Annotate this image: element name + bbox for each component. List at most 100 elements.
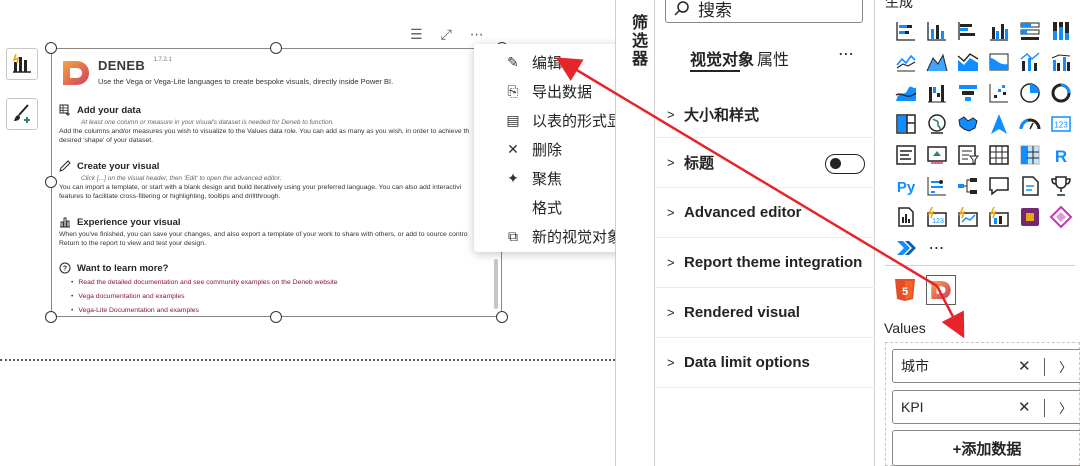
viz-paginated[interactable] [890,201,921,232]
viz-line-stacked-column[interactable] [1014,46,1045,77]
viz-custom-1[interactable]: 123 [921,201,952,232]
power-kpi-icon: 123 [926,206,947,227]
viz-multi-row-card[interactable] [890,139,921,170]
power-apps-icon [1020,207,1039,226]
resize-handle[interactable] [496,311,508,323]
link-vega-docs[interactable]: Vega documentation and examples [71,290,489,304]
section-report-theme[interactable]: > Report theme integration [655,238,875,288]
section-text: desired 'shape' of your dataset. [59,137,154,144]
section-rendered-visual[interactable]: > Rendered visual [655,288,875,338]
format-visual-button[interactable] [6,98,38,130]
viz-custom-3[interactable] [983,201,1014,232]
section-title: Experience your visual [77,216,181,228]
viz-clustered-bar[interactable] [952,15,983,46]
viz-donut[interactable] [1045,77,1076,108]
globe-icon [927,113,946,134]
viz-100-column[interactable] [1045,15,1076,46]
viz-power-automate[interactable] [1045,201,1076,232]
viz-slicer[interactable] [952,139,983,170]
viz-goals[interactable] [1045,170,1076,201]
field-name: KPI [901,399,924,415]
viz-gauge[interactable] [1014,108,1045,139]
section-label: 标题 [684,155,715,172]
viz-table[interactable] [983,139,1014,170]
build-visual-button[interactable] [6,48,38,80]
field-chip-kpi[interactable]: KPI ✕ 〉 [892,390,1080,424]
viz-power-apps[interactable] [1014,201,1045,232]
viz-r-script[interactable]: R [1045,139,1076,170]
viz-kpi[interactable] [921,139,952,170]
viz-map[interactable] [921,108,952,139]
more-options-icon[interactable]: ⋯ [470,27,484,41]
viz-waterfall[interactable] [921,77,952,108]
viz-scatter[interactable] [983,77,1014,108]
chevron-right-icon: > [667,255,675,270]
section-advanced-editor[interactable]: > Advanced editor [655,188,875,238]
filter-icon[interactable]: ☰ [410,27,423,41]
add-data-button[interactable]: +添加数据 [892,430,1080,466]
slicer-icon [957,144,979,165]
viz-matrix[interactable] [1014,139,1045,170]
viz-line-clustered-column[interactable] [1045,46,1076,77]
close-icon: ✕ [507,141,519,157]
viz-html5[interactable]: 5 [890,275,920,305]
viz-ribbon-2[interactable] [890,77,921,108]
viz-custom-2[interactable] [952,201,983,232]
viz-clustered-column[interactable] [983,15,1014,46]
viz-decomposition-tree[interactable] [952,170,983,201]
viz-more[interactable]: ⋯ [921,232,952,263]
viz-key-influencers[interactable] [921,170,952,201]
resize-handle[interactable] [45,176,57,188]
deneb-visual[interactable]: DENEB 1.7.2.1 Use the Vega or Vega-Lite … [51,48,502,317]
tab-general[interactable]: 属性 [757,46,789,70]
kpi-icon [926,145,947,164]
title-toggle[interactable] [825,154,865,174]
resize-handle[interactable] [45,311,57,323]
viz-qa[interactable] [983,170,1014,201]
viz-funnel[interactable] [952,77,983,108]
viz-line[interactable] [890,46,921,77]
link-deneb-website[interactable]: Read the detailed documentation and see … [71,276,489,290]
resize-handle[interactable] [45,42,57,54]
viz-treemap[interactable] [890,108,921,139]
viz-azure-map[interactable] [983,108,1014,139]
viz-stacked-bar[interactable] [890,15,921,46]
viz-card[interactable]: 123 [1045,108,1076,139]
filter-pane-collapsed[interactable]: 筛选器 [615,0,655,466]
focus-mode-icon[interactable]: ⤢ [441,27,452,41]
svg-text:R: R [1054,147,1066,166]
section-size-style[interactable]: > 大小和样式 [655,92,875,138]
viz-pie[interactable] [1014,77,1045,108]
section-data-limit[interactable]: > Data limit options [655,338,875,388]
deneb-subtitle: Use the Vega or Vega-Lite languages to c… [98,77,394,86]
resize-handle[interactable] [270,42,282,54]
viz-narrative[interactable] [1014,170,1045,201]
viz-stacked-column[interactable] [921,15,952,46]
remove-field-icon[interactable]: ✕ [1018,357,1031,375]
viz-deneb-selected[interactable] [926,275,956,305]
search-input[interactable]: 搜索 [665,0,863,23]
decomposition-tree-icon [957,177,977,194]
scatter-icon [989,83,1008,102]
field-chip-city[interactable]: 城市 ✕ 〉 [892,349,1080,383]
filled-map-icon [957,115,978,132]
chevron-right-icon: > [667,107,675,122]
viz-ribbon[interactable] [983,46,1014,77]
viz-area[interactable] [921,46,952,77]
line-column-icon [1020,51,1039,71]
chevron-right-icon[interactable]: 〉 [1059,398,1072,417]
viz-python[interactable]: Py [890,170,921,201]
donut-icon [1051,83,1070,102]
resize-handle[interactable] [270,311,282,323]
viz-filled-map[interactable] [952,108,983,139]
visual-scrollbar[interactable] [494,259,498,309]
remove-field-icon[interactable]: ✕ [1018,398,1031,416]
viz-100-bar[interactable] [1014,15,1045,46]
viz-stacked-area[interactable] [952,46,983,77]
deneb-logo-icon [931,281,951,299]
chevron-right-icon[interactable]: 〉 [1059,357,1072,376]
section-label: Rendered visual [684,304,800,321]
tab-visual[interactable]: 视觉对象 [690,46,754,70]
viz-power-automate-2[interactable] [890,232,921,263]
more-options-icon[interactable]: ⋯ [838,44,854,64]
